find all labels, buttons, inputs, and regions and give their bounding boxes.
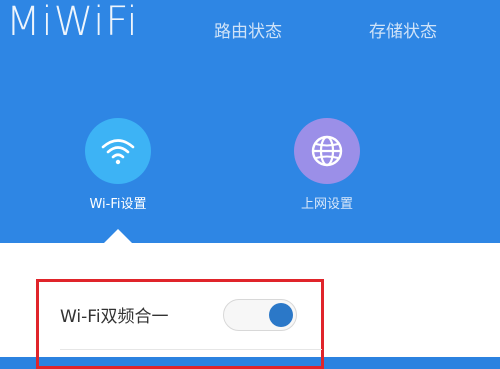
selected-tab-pointer: [104, 229, 132, 243]
tile-wifi-label: Wi-Fi设置: [89, 197, 147, 212]
settings-panel: Wi-Fi双频合一: [0, 243, 500, 369]
toggle-knob: [269, 303, 293, 327]
nav-storage-status[interactable]: 存储状态: [369, 20, 437, 44]
dual-band-toggle[interactable]: [223, 299, 297, 331]
row-divider: [60, 349, 322, 350]
wifi-settings-circle: [85, 118, 151, 184]
tile-internet-settings[interactable]: 上网设置: [272, 118, 382, 214]
header: MiWiFi 路由状态 存储状态 Wi-Fi设置 上网设置: [0, 0, 500, 243]
dual-band-label: Wi-Fi双频合一: [60, 307, 169, 327]
nav-router-status[interactable]: 路由状态: [214, 20, 282, 44]
globe-icon: [311, 135, 343, 167]
tile-internet-label: 上网设置: [300, 197, 353, 212]
internet-settings-circle: [294, 118, 360, 184]
miwifi-logo: MiWiFi: [6, 0, 139, 45]
tile-wifi-settings[interactable]: Wi-Fi设置: [63, 118, 173, 214]
wifi-icon: [101, 139, 135, 165]
